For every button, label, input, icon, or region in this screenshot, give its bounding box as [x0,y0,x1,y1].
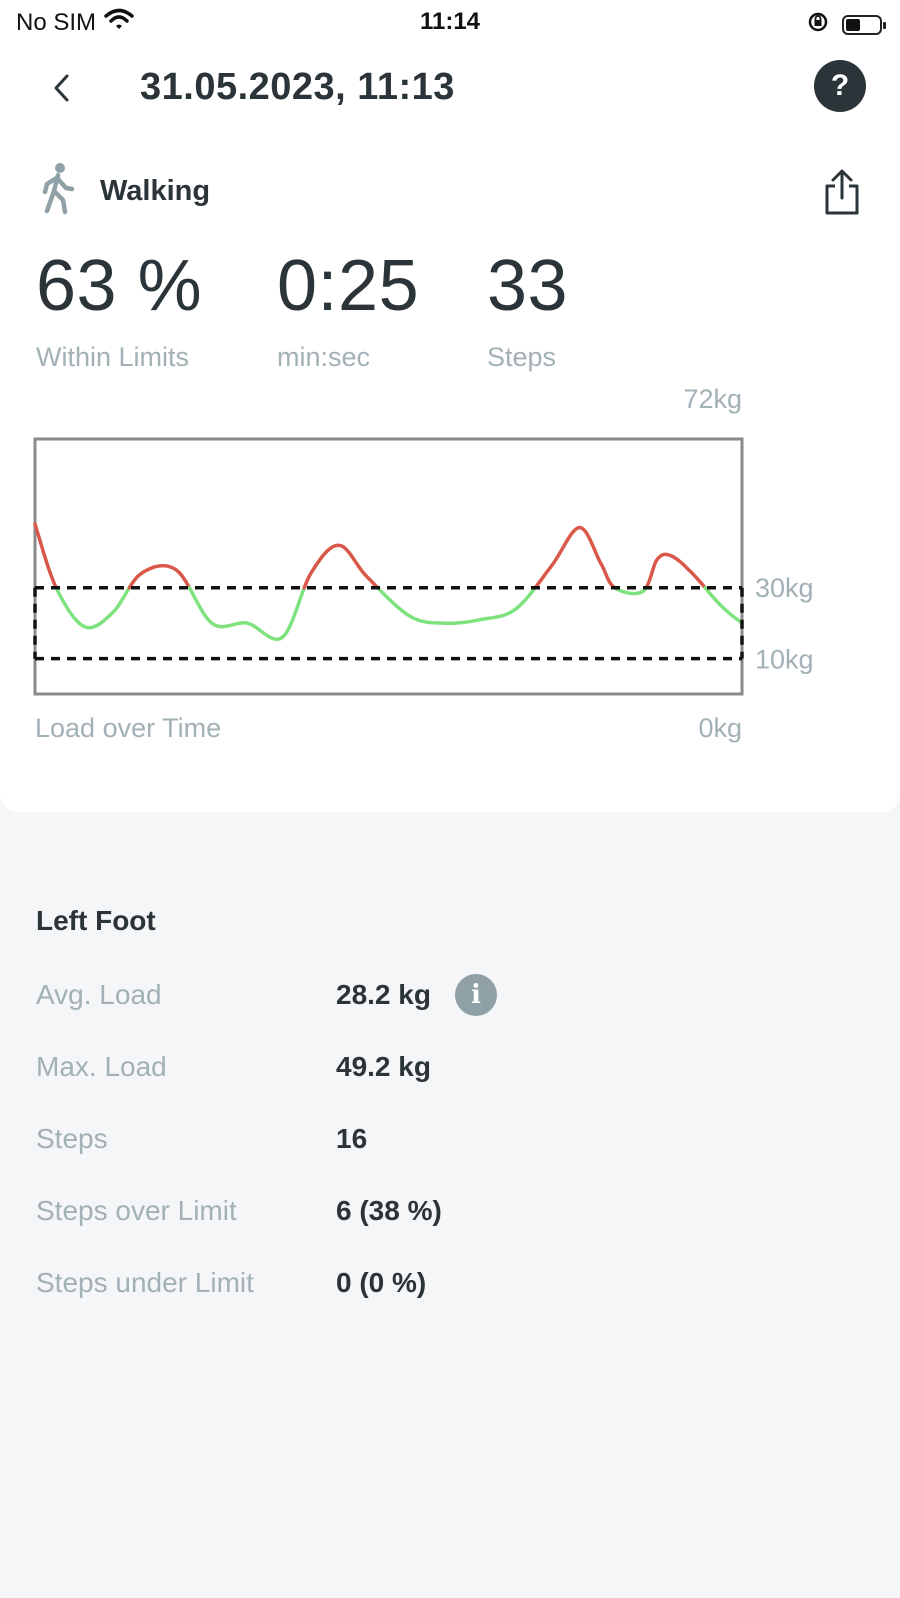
x-axis-caption: Load over Time [35,713,221,743]
detail-row-avg-load: Avg. Load 28.2 kg i [36,959,866,1031]
metric-value: 0:25 [277,246,420,326]
metric-value: 33 [487,246,569,326]
metric-label: min:sec [277,342,371,372]
share-icon [825,169,859,215]
chart-frame [33,437,744,696]
orientation-lock-icon [806,10,830,39]
detail-label: Steps under Limit [36,1267,254,1298]
back-button[interactable] [40,66,84,110]
metric-duration: 0:25 min:sec [277,250,419,373]
series-segment-over-limit [644,552,707,590]
activity-header: Walking [36,162,210,221]
detail-row-steps: Steps 16 [36,1103,866,1175]
series-segment-over-limit [33,522,58,590]
share-button[interactable] [822,168,866,220]
session-summary-card: Walking 63 % Within Limits 0:25 min:sec … [0,132,900,812]
detail-label: Avg. Load [36,979,162,1010]
detail-row-max-load: Max. Load 49.2 kg [36,1031,866,1103]
detail-label: Max. Load [36,1051,167,1082]
series-segment-over-limit [302,543,380,590]
series-segment-within-limit [703,586,744,625]
detail-value: 0 (0 %) [336,1267,427,1298]
detail-value: 6 (38 %) [336,1195,442,1226]
metric-steps: 33 Steps [487,250,568,373]
load-chart: 72kg 30kg 10kg Load over Time 0kg [0,382,900,752]
upper-limit-label: 30kg [755,573,814,603]
battery-icon [842,14,886,35]
status-right [806,10,886,39]
series-segment-over-limit [533,525,617,590]
metric-label: Steps [487,342,557,372]
chevron-left-icon [54,74,69,102]
metric-label: Within Limits [36,342,190,372]
walking-person-icon [36,162,80,221]
navigation-bar: 31.05.2023, 11:13 ? [0,48,900,132]
page-title: 31.05.2023, 11:13 [140,66,455,108]
series-group [33,522,744,642]
activity-label: Walking [100,175,211,207]
series-segment-within-limit [375,586,537,626]
series-segment-within-limit [54,586,132,630]
series-segment-over-limit [127,563,192,590]
lower-limit-label: 10kg [755,645,814,675]
series-segment-within-limit [187,586,307,642]
detail-label: Steps over Limit [36,1195,237,1226]
detail-value: 28.2 kg [336,979,431,1010]
section-title: Left Foot [36,905,156,936]
detail-row-steps-over-limit: Steps over Limit 6 (38 %) [36,1175,866,1247]
detail-value: 16 [336,1123,368,1154]
y-max-label: 72kg [683,384,742,414]
status-time: 11:14 [419,8,481,35]
metric-within-limits: 63 % Within Limits [36,250,202,373]
y-zero-label: 0kg [698,713,742,743]
left-foot-details: Left Foot Avg. Load 28.2 kg i Max. Load … [36,905,866,1319]
detail-row-steps-under-limit: Steps under Limit 0 (0 %) [36,1247,866,1319]
help-button[interactable]: ? [814,60,866,112]
status-bar: No SIM 11:14 [0,0,900,48]
detail-value: 49.2 kg [336,1051,431,1082]
detail-label: Steps [36,1123,108,1154]
metric-value: 63 % [36,246,203,326]
load-chart-svg: 72kg 30kg 10kg Load over Time 0kg [33,384,814,743]
info-icon[interactable]: i [454,974,497,1016]
